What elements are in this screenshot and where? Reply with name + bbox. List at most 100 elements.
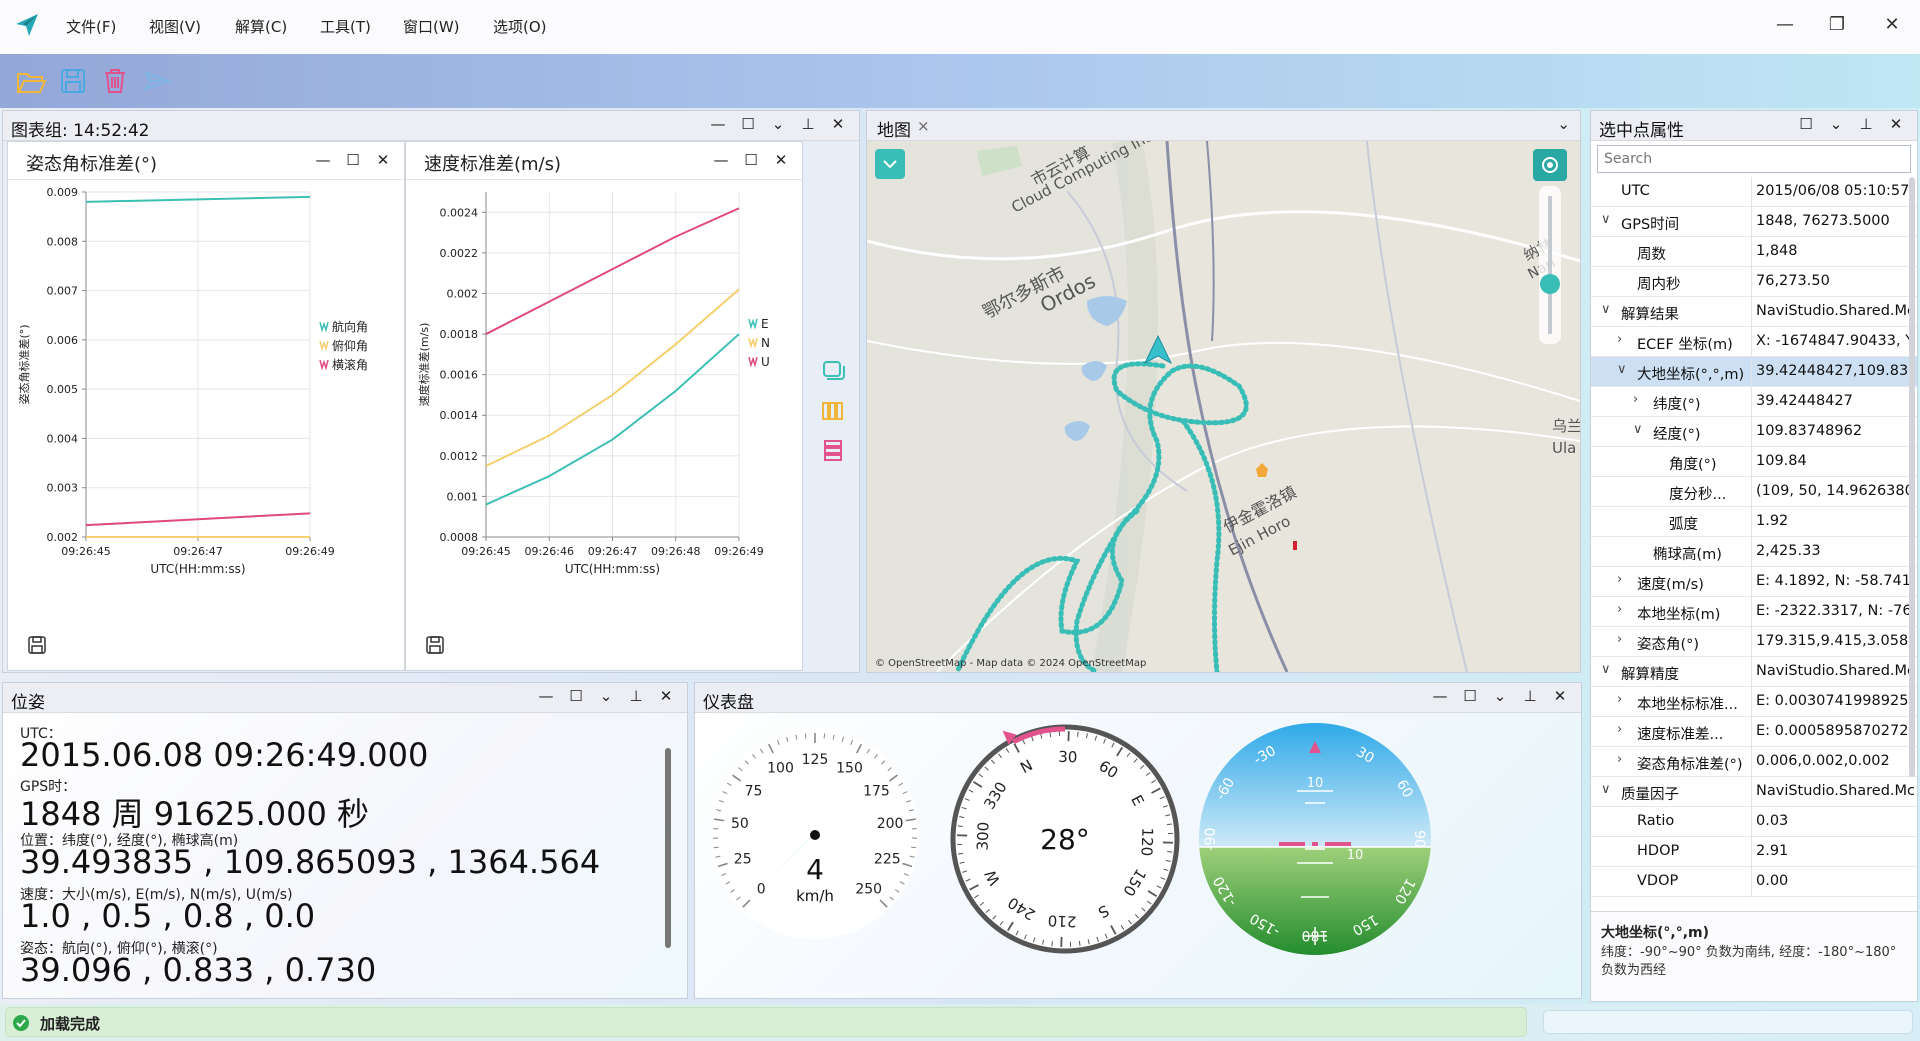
zoom-slider-handle[interactable]	[1540, 274, 1560, 294]
property-row[interactable]: Ratio 0.03	[1591, 807, 1917, 837]
menu-options[interactable]: 选项(O)	[493, 16, 547, 37]
minimize-icon[interactable]: —	[706, 151, 736, 169]
maximize-icon[interactable]: ☐	[733, 115, 763, 133]
property-row[interactable]: ∨ GPS时间 1848, 76273.5000	[1591, 207, 1917, 237]
maximize-icon[interactable]: ☐	[736, 151, 766, 169]
property-row[interactable]: ∨ 大地坐标(°,°,m) 39.42448427,109.8374	[1591, 357, 1917, 387]
close-icon[interactable]: ✕	[823, 115, 853, 133]
property-row[interactable]: › ECEF 坐标(m) X: -1674847.90433, Y:	[1591, 327, 1917, 357]
layers-icon[interactable]	[819, 357, 847, 385]
scrollbar[interactable]	[1909, 177, 1915, 777]
map-tab-close[interactable]: ×	[917, 117, 930, 135]
expand-icon[interactable]: ›	[1617, 722, 1622, 737]
close-icon[interactable]: ✕	[368, 151, 398, 169]
minimize-icon[interactable]: —	[1425, 687, 1455, 705]
expand-icon[interactable]: ›	[1617, 332, 1622, 347]
property-row[interactable]: › 本地坐标(m) E: -2322.3317, N: -761	[1591, 597, 1917, 627]
velocity-std-plot[interactable]: 0.0024 0.0022 0.002 0.0018 0.0016 0.0014 0.001…	[406, 182, 802, 652]
gauge-tick-label: 175	[863, 783, 890, 799]
maximize-button[interactable]: ❐	[1822, 10, 1852, 40]
dropdown-icon[interactable]: ⌄	[591, 687, 621, 705]
menu-window[interactable]: 窗口(W)	[403, 16, 460, 37]
expand-icon[interactable]: ›	[1617, 692, 1622, 707]
property-row[interactable]: › 本地坐标标准... E: 0.003074199892580	[1591, 687, 1917, 717]
maximize-icon[interactable]: ☐	[561, 687, 591, 705]
property-row[interactable]: ∨ 解算结果 NaviStudio.Shared.Mc	[1591, 297, 1917, 327]
pin-icon[interactable]: ⊥	[621, 687, 651, 705]
compass-gauge: N 30 60E120150S210240W30033028°	[950, 724, 1180, 954]
send-icon[interactable]	[140, 64, 174, 98]
expand-icon[interactable]: ›	[1633, 392, 1638, 407]
collapse-icon[interactable]: ∨	[1601, 782, 1611, 797]
property-row[interactable]: › 姿态角(°) 179.315,9.415,3.058	[1591, 627, 1917, 657]
collapse-icon[interactable]: ∨	[1617, 362, 1627, 377]
property-row[interactable]: ∨ 经度(°) 109.83748962	[1591, 417, 1917, 447]
property-row[interactable]: 弧度 1.92	[1591, 507, 1917, 537]
menu-file[interactable]: 文件(F)	[66, 16, 116, 37]
minimize-button[interactable]: —	[1770, 10, 1800, 40]
property-row[interactable]: › 纬度(°) 39.42448427	[1591, 387, 1917, 417]
property-row[interactable]: 周数 1,848	[1591, 237, 1917, 267]
collapse-icon[interactable]: ∨	[1601, 662, 1611, 677]
close-icon[interactable]: ✕	[1545, 687, 1575, 705]
rows-icon[interactable]	[819, 437, 847, 465]
map-view[interactable]: 市云计算 Cloud Computing Ind. 鄂尔多斯市 Ordos 伊金…	[867, 141, 1580, 672]
property-row[interactable]: › 姿态角标准差(°) 0.006,0.002,0.002	[1591, 747, 1917, 777]
property-row[interactable]: UTC 2015/06/08 05:10:57.5	[1591, 177, 1917, 207]
minimize-icon[interactable]: —	[308, 151, 338, 169]
minimize-icon[interactable]: —	[703, 115, 733, 133]
dropdown-icon[interactable]: ⌄	[1821, 115, 1851, 133]
map-menu-button[interactable]	[875, 149, 905, 179]
expand-icon[interactable]: ›	[1617, 632, 1622, 647]
close-button[interactable]: ✕	[1877, 10, 1907, 40]
scrollbar[interactable]	[665, 748, 671, 948]
map-attribution: © OpenStreetMap - Map data © 2024 OpenSt…	[875, 658, 1146, 669]
save-icon[interactable]	[26, 634, 48, 656]
property-row[interactable]: VDOP 0.00	[1591, 867, 1917, 897]
property-value: 76,273.50	[1756, 273, 1830, 289]
expand-icon[interactable]: ›	[1617, 602, 1622, 617]
close-icon[interactable]: ✕	[766, 151, 796, 169]
save-icon[interactable]	[56, 64, 90, 98]
dropdown-icon[interactable]: ⌄	[763, 115, 793, 133]
maximize-icon[interactable]: ☐	[338, 151, 368, 169]
collapse-icon[interactable]: ∨	[1633, 422, 1643, 437]
property-row[interactable]: 角度(°) 109.84	[1591, 447, 1917, 477]
close-icon[interactable]: ✕	[1881, 115, 1911, 133]
menu-solve[interactable]: 解算(C)	[235, 16, 287, 37]
map-tab[interactable]: 地图	[877, 116, 911, 141]
property-row[interactable]: › 速度标准差... E: 0.000589587027207	[1591, 717, 1917, 747]
minimize-icon[interactable]: —	[531, 687, 561, 705]
property-row[interactable]: ∨ 质量因子 NaviStudio.Shared.Mc	[1591, 777, 1917, 807]
expand-icon[interactable]: ›	[1617, 752, 1622, 767]
property-row[interactable]: › 速度(m/s) E: 4.1892, N: -58.7415,	[1591, 567, 1917, 597]
pin-icon[interactable]: ⊥	[1515, 687, 1545, 705]
dropdown-icon[interactable]: ⌄	[1485, 687, 1515, 705]
property-row[interactable]: 周内秒 76,273.50	[1591, 267, 1917, 297]
menu-view[interactable]: 视图(V)	[149, 16, 201, 37]
expand-icon[interactable]: ›	[1617, 572, 1622, 587]
property-row[interactable]: 椭球高(m) 2,425.33	[1591, 537, 1917, 567]
search-input[interactable]	[1597, 145, 1911, 173]
maximize-icon[interactable]: ☐	[1791, 115, 1821, 133]
property-row[interactable]: ∨ 解算精度 NaviStudio.Shared.Mc	[1591, 657, 1917, 687]
close-icon[interactable]: ✕	[651, 687, 681, 705]
columns-icon[interactable]	[819, 397, 847, 425]
property-key: 大地坐标(°,°,m)	[1637, 367, 1745, 383]
maximize-icon[interactable]: ☐	[1455, 687, 1485, 705]
x-tick-label: 09:26:45	[61, 545, 110, 558]
menu-tools[interactable]: 工具(T)	[320, 16, 371, 37]
folder-open-icon[interactable]	[14, 64, 48, 98]
delete-icon[interactable]	[98, 64, 132, 98]
collapse-icon[interactable]: ∨	[1601, 302, 1611, 317]
y-tick-label: 0.0012	[440, 450, 479, 463]
property-row[interactable]: HDOP 2.91	[1591, 837, 1917, 867]
pin-icon[interactable]: ⊥	[793, 115, 823, 133]
attitude-std-plot[interactable]: 0.009 0.008 0.007 0.006 0.005 0.004 0.003 0.002…	[8, 182, 404, 652]
pin-icon[interactable]: ⊥	[1851, 115, 1881, 133]
save-icon[interactable]	[424, 634, 446, 656]
y-tick-label: 0.002	[447, 287, 479, 300]
collapse-icon[interactable]: ∨	[1601, 212, 1611, 227]
dropdown-icon[interactable]: ⌄	[1557, 115, 1570, 133]
property-row[interactable]: 度分秒... (109, 50, 14.96263800	[1591, 477, 1917, 507]
